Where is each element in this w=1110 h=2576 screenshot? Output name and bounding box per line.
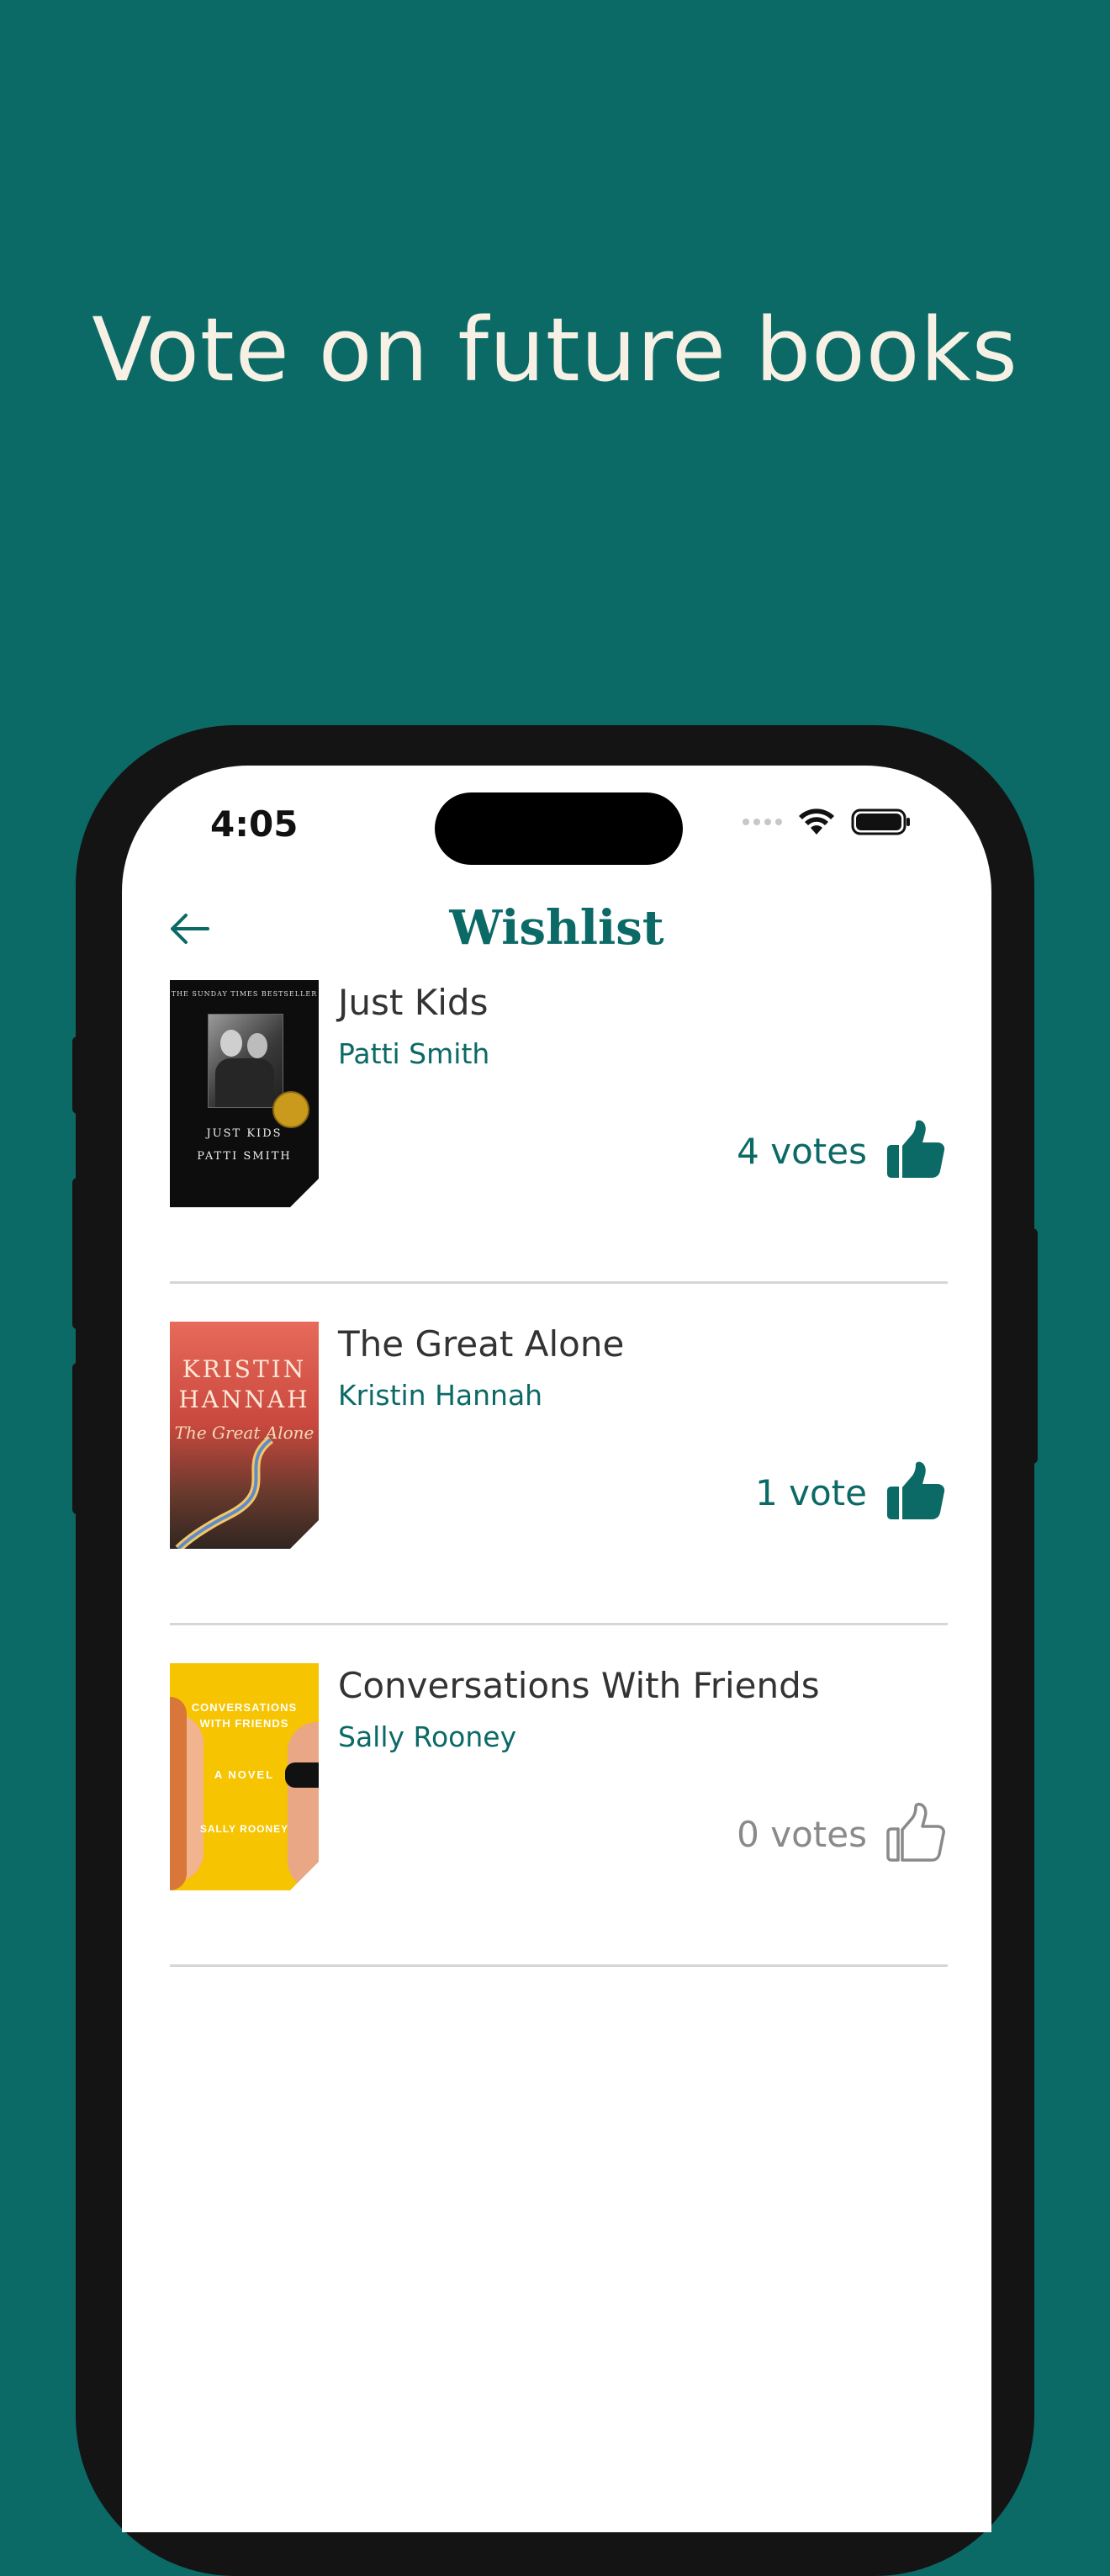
- cover-title-line2: WITH FRIENDS: [199, 1717, 289, 1730]
- nav-bar: Wishlist: [122, 890, 991, 966]
- vote-control: 1 vote: [755, 1460, 948, 1524]
- cover-author: SALLY ROONEY: [199, 1823, 289, 1835]
- page-curl: [290, 1520, 319, 1549]
- book-author: Patti Smith: [338, 1037, 490, 1070]
- side-button-volume-down: [72, 1363, 82, 1514]
- thumbs-up-outline-icon[interactable]: [884, 1802, 948, 1866]
- side-button-power: [1028, 1228, 1038, 1464]
- cover-subtitle: A NOVEL: [214, 1768, 275, 1781]
- wifi-icon: [799, 808, 834, 835]
- dynamic-island: [435, 792, 683, 865]
- side-button-action: [72, 1036, 82, 1114]
- thumbs-up-filled-icon[interactable]: [884, 1119, 948, 1183]
- page-curl: [290, 1862, 319, 1890]
- app-screen: 4:05 Wishlist THE SUNDAY TIMES BESTSELLE…: [122, 766, 991, 2532]
- award-seal-icon: [272, 1091, 309, 1128]
- vote-count: 0 votes: [737, 1813, 867, 1855]
- cover-title-line1: CONVERSATIONS: [191, 1701, 298, 1714]
- book-author: Sally Rooney: [338, 1720, 517, 1753]
- book-title: The Great Alone: [338, 1323, 625, 1365]
- book-cover: KRISTIN HANNAH The Great Alone: [170, 1322, 319, 1549]
- book-cover: THE SUNDAY TIMES BESTSELLER JUST KIDS PA…: [170, 980, 319, 1207]
- list-item[interactable]: KRISTIN HANNAH The Great Alone The Great…: [170, 1322, 948, 1625]
- thumbs-up-filled-icon[interactable]: [884, 1460, 948, 1524]
- vote-control: 4 votes: [737, 1119, 948, 1183]
- page-curl: [290, 1179, 319, 1207]
- book-cover: CONVERSATIONS WITH FRIENDS A NOVEL SALLY…: [170, 1663, 319, 1890]
- wishlist-list: THE SUNDAY TIMES BESTSELLER JUST KIDS PA…: [170, 980, 948, 1967]
- side-button-volume-up: [72, 1178, 82, 1329]
- headline: Vote on future books: [92, 299, 1018, 401]
- vote-count: 1 vote: [755, 1471, 867, 1513]
- cover-photo: [208, 1014, 283, 1108]
- book-author: Kristin Hannah: [338, 1379, 543, 1412]
- cover-road-illustration: [175, 1436, 274, 1549]
- cover-top-text: THE SUNDAY TIMES BESTSELLER: [171, 990, 318, 998]
- vote-count: 4 votes: [737, 1130, 867, 1172]
- cover-title: JUST KIDS: [206, 1127, 283, 1140]
- vote-control: 0 votes: [737, 1802, 948, 1866]
- cover-author: PATTI SMITH: [197, 1150, 292, 1163]
- back-arrow-icon[interactable]: [166, 905, 213, 952]
- status-time: 4:05: [210, 803, 299, 845]
- book-title: Conversations With Friends: [338, 1665, 820, 1706]
- cellular-signal-icon: [743, 819, 782, 825]
- battery-icon: [851, 808, 910, 835]
- list-item[interactable]: CONVERSATIONS WITH FRIENDS A NOVEL SALLY…: [170, 1663, 948, 1967]
- list-item[interactable]: THE SUNDAY TIMES BESTSELLER JUST KIDS PA…: [170, 980, 948, 1284]
- book-title: Just Kids: [338, 982, 489, 1023]
- page-title: Wishlist: [449, 900, 664, 956]
- status-icons: [743, 808, 912, 836]
